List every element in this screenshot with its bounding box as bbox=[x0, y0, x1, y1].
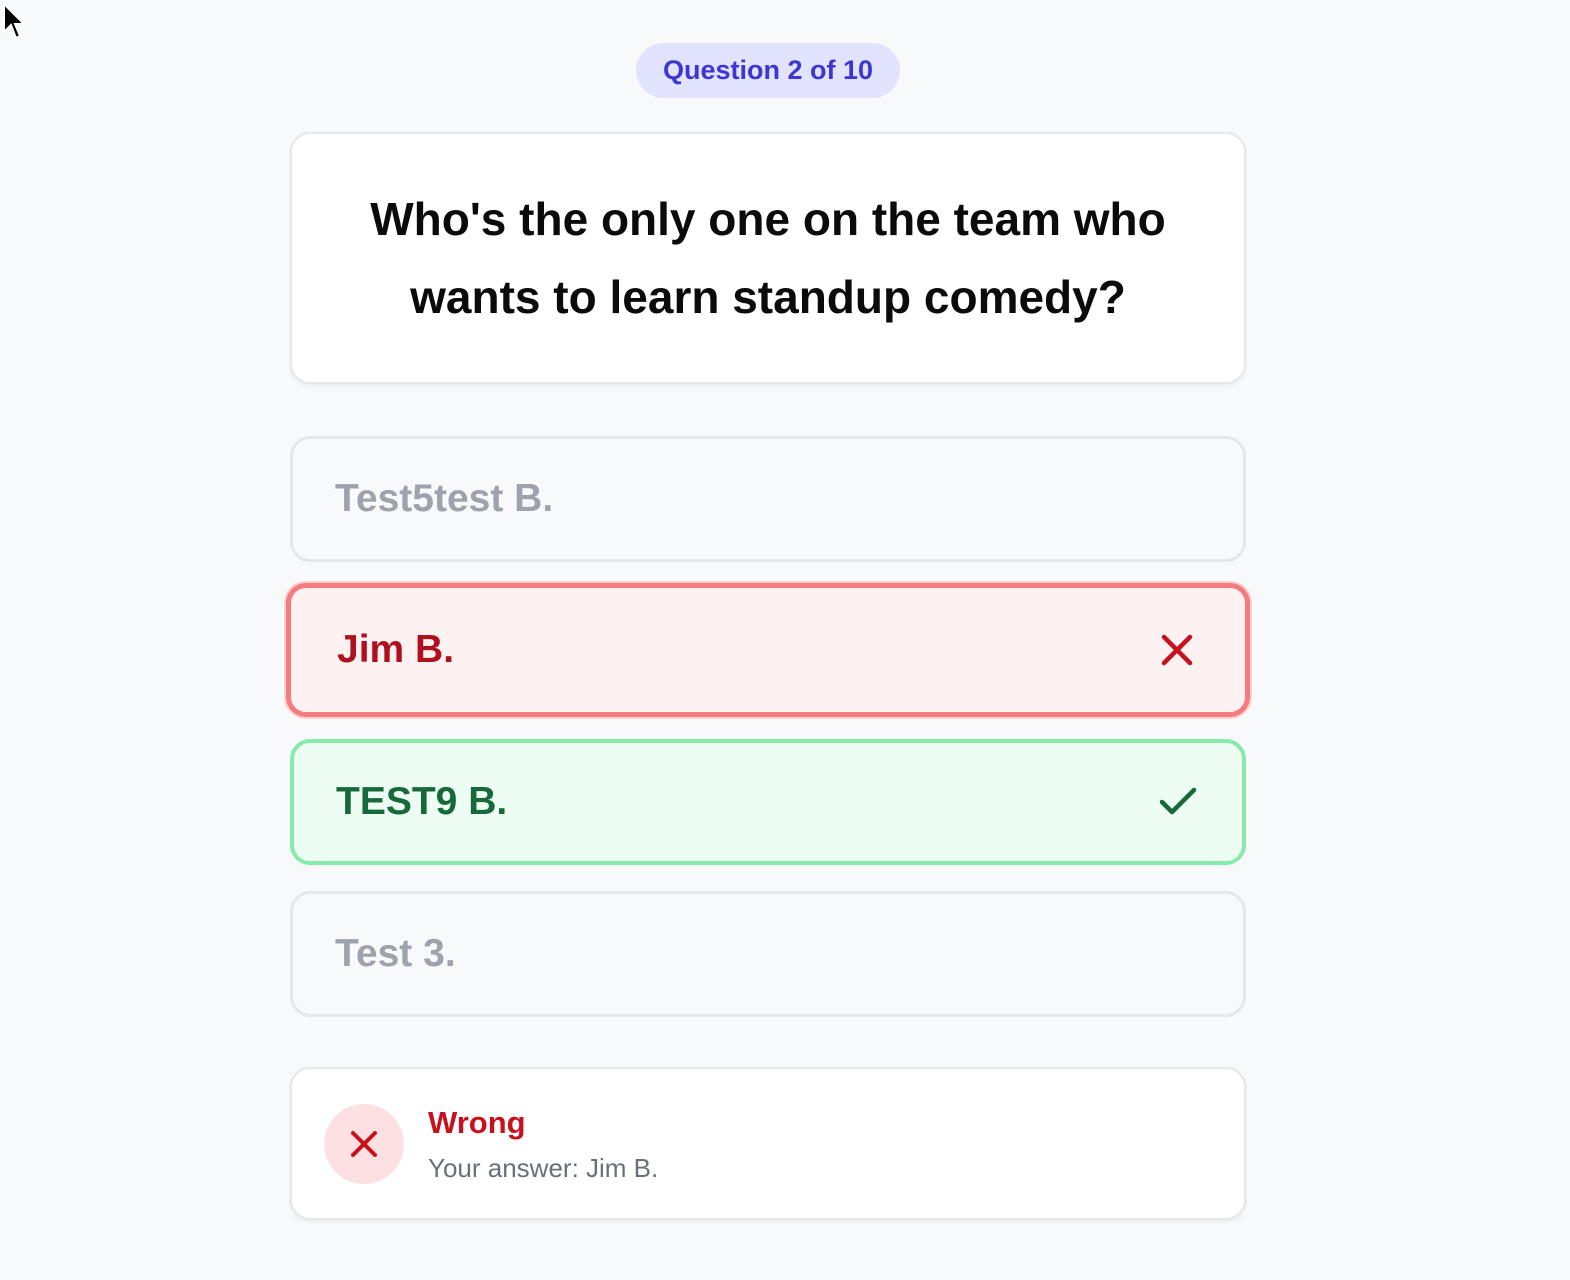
answer-option-2-wrong[interactable]: Jim B. bbox=[286, 583, 1250, 717]
answer-option-3-correct[interactable]: TEST9 B. bbox=[290, 739, 1246, 865]
question-progress-label: Question 2 of 10 bbox=[662, 55, 874, 85]
answer-option-4[interactable]: Test 3. bbox=[290, 891, 1246, 1017]
answer-option-label: Test5test B. bbox=[335, 477, 554, 520]
answer-option-label: Test 3. bbox=[335, 932, 456, 975]
question-text: Who's the only one on the team who wants… bbox=[370, 193, 1166, 323]
quiz-page: Question 2 of 10 Who's the only one on t… bbox=[0, 0, 1570, 1280]
answer-option-label: TEST9 B. bbox=[336, 780, 508, 823]
result-title: Wrong bbox=[428, 1105, 526, 1140]
question-progress-badge: Question 2 of 10 bbox=[636, 43, 900, 98]
answer-option-1[interactable]: Test5test B. bbox=[290, 436, 1246, 562]
result-card: Wrong Your answer: Jim B. bbox=[290, 1067, 1246, 1220]
check-icon bbox=[1158, 782, 1198, 822]
result-detail: Your answer: Jim B. bbox=[428, 1153, 659, 1183]
result-x-icon bbox=[324, 1104, 404, 1184]
x-icon bbox=[1157, 630, 1197, 670]
question-card: Who's the only one on the team who wants… bbox=[290, 132, 1246, 384]
mouse-cursor-icon bbox=[3, 2, 24, 40]
answer-option-label: Jim B. bbox=[337, 628, 455, 671]
